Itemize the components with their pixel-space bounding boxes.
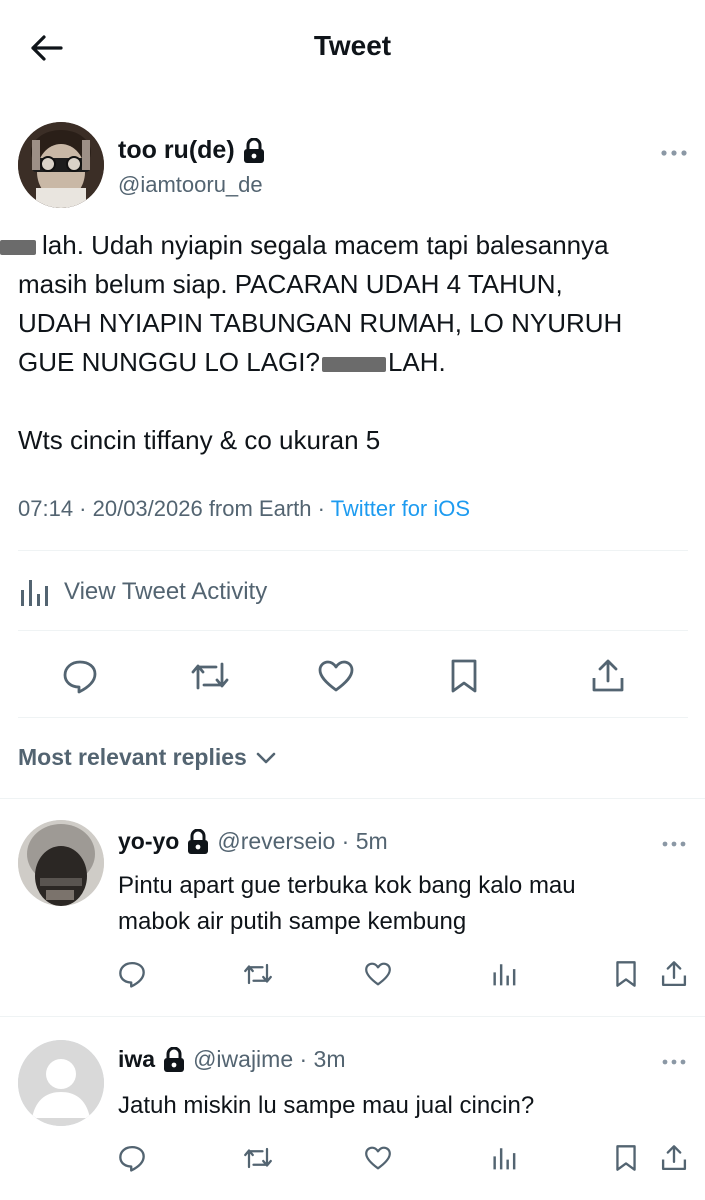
view-tweet-activity-label: View Tweet Activity [64,578,268,605]
avatar[interactable] [18,820,104,906]
analytics-button[interactable] [486,1140,522,1176]
heart-icon [365,1146,391,1170]
reply-handle-time: @iwajime · 3m [193,1046,346,1072]
replies-sort-label: Most relevant replies [18,744,247,770]
divider [18,550,688,551]
share-button[interactable] [584,652,632,700]
bookmark-button[interactable] [608,1140,644,1176]
reply-author-name[interactable]: iwa [118,1046,155,1073]
tweet-line: UDAH NYIAPIN TABUNGAN RUMAH, LO NYURUH [18,308,623,338]
bar-chart-icon [493,964,516,986]
reply-icon [119,1145,145,1172]
redaction-bar [0,239,36,255]
bookmark-button[interactable] [608,956,644,992]
share-icon [661,961,687,987]
tweet-line: lah. Udah nyiapin segala macem tapi bale… [0,226,693,265]
share-icon [592,659,624,692]
bookmark-button[interactable] [440,652,488,700]
share-button[interactable] [656,956,692,992]
reply-icon [119,961,145,988]
redaction-bar [321,356,386,372]
share-button[interactable] [656,1140,692,1176]
reply-author-name[interactable]: yo-yo [118,828,179,855]
tweet-action-bar [18,652,688,700]
retweet-button[interactable] [186,652,234,700]
timestamp: 07:14 · 20/03/2026 from Earth · [18,496,331,521]
heart-icon [365,962,391,986]
author-handle[interactable]: @iamtooru_de [118,172,263,198]
reply-item[interactable]: yo-yo @reverseio · 5m Pintu apart gue te… [0,798,705,1016]
retweet-icon [191,662,229,690]
tweet-line: GUE NUNGGU LO LAGI? LAH. [18,347,446,377]
retweet-button[interactable] [240,956,276,992]
like-button[interactable] [312,652,360,700]
retweet-icon [244,1147,272,1169]
reply-header: iwa @iwajime · 3m [118,1046,346,1073]
divider [18,630,688,631]
tweet-meta: 07:14 · 20/03/2026 from Earth · Twitter … [18,496,470,522]
lock-icon [188,828,209,854]
tweet-blank-line [18,382,693,421]
retweet-button[interactable] [240,1140,276,1176]
divider [18,717,688,718]
reply-icon [63,660,97,694]
lock-icon [243,137,264,163]
reply-button[interactable] [114,956,150,992]
author-name[interactable]: too ru(de) [118,136,265,165]
tweet-line: masih belum siap. PACARAN UDAH 4 TAHUN, [18,269,563,299]
reply-text: Pintu apart gue terbuka kok bang kalo ma… [118,872,576,935]
view-tweet-activity[interactable]: View Tweet Activity [18,572,267,612]
analytics-button[interactable] [486,956,522,992]
tweet-author: too ru(de) @iamtooru_de [18,122,688,212]
bar-chart-icon [493,1148,516,1170]
reply-button[interactable] [56,652,104,700]
author-name-text: too ru(de) [118,136,235,164]
like-button[interactable] [360,1140,396,1176]
tweet-body: lah. Udah nyiapin segala macem tapi bale… [0,226,693,460]
more-horizontal-icon[interactable] [660,146,688,160]
reply-text: Jatuh miskin lu sampe mau jual cincin? [118,1092,535,1119]
share-icon [661,1145,687,1171]
reply-handle-time: @reverseio · 5m [217,828,388,854]
avatar[interactable] [18,1040,104,1126]
like-button[interactable] [360,956,396,992]
reply-header: yo-yo @reverseio · 5m [118,828,388,855]
page-title: Tweet [313,30,392,61]
avatar[interactable] [18,122,104,208]
heart-icon [318,660,354,692]
retweet-icon [244,963,272,985]
chevron-down-icon [256,752,276,763]
reply-item[interactable]: iwa @iwajime · 3m Jatuh miskin lu sampe … [0,1016,705,1200]
bookmark-icon [616,1145,636,1171]
bookmark-icon [616,961,636,987]
more-horizontal-icon[interactable] [661,1056,687,1068]
tweet-line: Wts cincin tiffany & co ukuran 5 [18,425,381,455]
top-bar: Tweet [0,0,705,96]
lock-icon [164,1046,185,1072]
bookmark-icon [451,659,477,693]
more-horizontal-icon[interactable] [661,838,687,850]
reply-button[interactable] [114,1140,150,1176]
bar-chart-icon [21,580,48,606]
client-link[interactable]: Twitter for iOS [331,496,470,521]
replies-sort-dropdown[interactable]: Most relevant replies [18,744,277,771]
